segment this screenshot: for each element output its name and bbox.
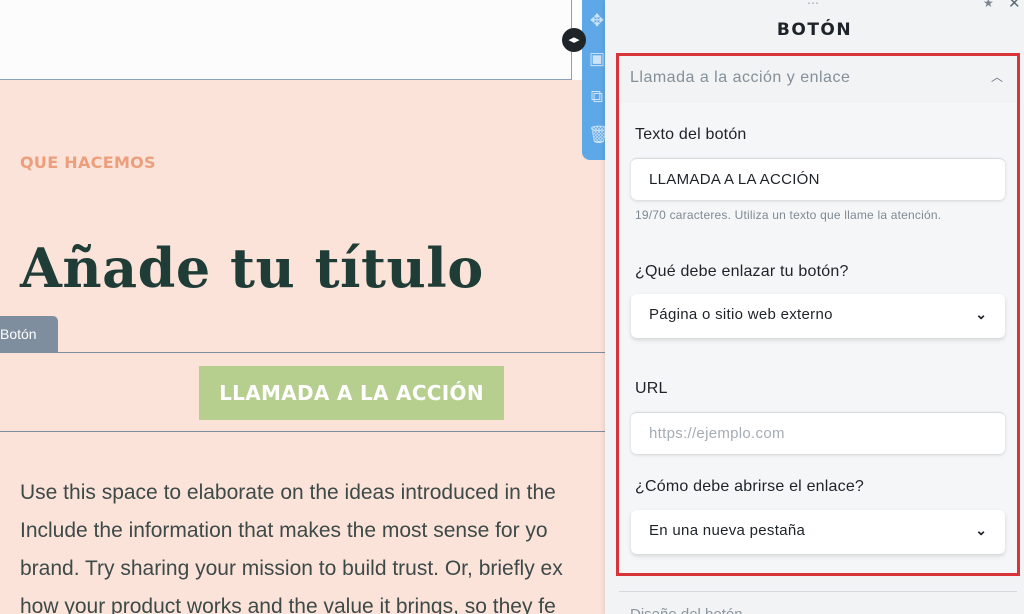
save-icon[interactable]: ▣ [588, 48, 605, 70]
body-line: Include the information that makes the m… [20, 519, 548, 542]
button-text-label: Texto del botón [635, 126, 747, 143]
link-type-value: Página o sitio web externo [649, 306, 833, 323]
selection-outline-bottom [0, 431, 605, 432]
close-icon[interactable]: ✕ [1008, 0, 1021, 12]
url-label: URL [635, 380, 668, 397]
open-behavior-value: En una nueva pestaña [649, 522, 806, 539]
section-headline[interactable]: Añade tu título [20, 236, 484, 300]
character-counter: 19/70 caracteres. Utiliza un texto que l… [635, 208, 942, 222]
drag-grip-icon[interactable]: ⋯ [807, 0, 819, 10]
trash-icon[interactable]: 🗑 [588, 124, 605, 146]
panel-title: BOTÓN [776, 20, 853, 40]
chevron-up-icon[interactable]: ︿ [991, 68, 1003, 85]
button-text-value: LLAMADA A LA ACCIÓN [649, 171, 820, 188]
top-section-block[interactable] [0, 0, 572, 80]
chevron-down-icon: ⌄ [975, 306, 987, 322]
body-line: how your product works and the value it … [20, 595, 556, 614]
selection-label: Botón [0, 316, 58, 352]
link-type-select[interactable]: Página o sitio web externo ⌄ [631, 294, 1005, 338]
open-behavior-select[interactable]: En una nueva pestaña ⌄ [631, 510, 1005, 554]
open-behavior-label: ¿Cómo debe abrirse el enlace? [635, 478, 865, 495]
editor-canvas: QUE HACEMOS Añade tu título Botón LLAMAD… [0, 0, 605, 614]
pin-icon[interactable]: ★ [983, 0, 994, 10]
url-placeholder: https://ejemplo.com [649, 425, 785, 442]
link-type-label: ¿Qué debe enlazar tu botón? [635, 263, 849, 280]
resize-handle-icon[interactable]: ◂▸ [562, 28, 586, 52]
body-line: brand. Try sharing your mission to build… [20, 557, 563, 580]
block-toolbar: ✥ ▣ ⧉ 🗑 [582, 0, 605, 160]
selection-outline-top [0, 352, 605, 353]
url-input[interactable]: https://ejemplo.com [631, 412, 1005, 454]
body-line: Use this space to elaborate on the ideas… [20, 481, 556, 504]
section-header[interactable]: Llamada a la acción y enlace [630, 69, 850, 87]
section-divider [619, 591, 1017, 592]
next-section-header[interactable]: Diseño del botón [630, 606, 743, 614]
body-paragraph[interactable]: Use this space to elaborate on the ideas… [20, 474, 605, 614]
chevron-down-icon: ⌄ [975, 522, 987, 538]
duplicate-icon[interactable]: ⧉ [588, 86, 605, 108]
move-icon[interactable]: ✥ [588, 10, 605, 32]
section-eyebrow[interactable]: QUE HACEMOS [20, 153, 156, 172]
button-text-input[interactable]: LLAMADA A LA ACCIÓN [631, 158, 1005, 200]
settings-panel: ⋯ ★ ✕ BOTÓN Llamada a la acción y enlace… [605, 0, 1024, 614]
cta-button[interactable]: LLAMADA A LA ACCIÓN [199, 366, 504, 420]
